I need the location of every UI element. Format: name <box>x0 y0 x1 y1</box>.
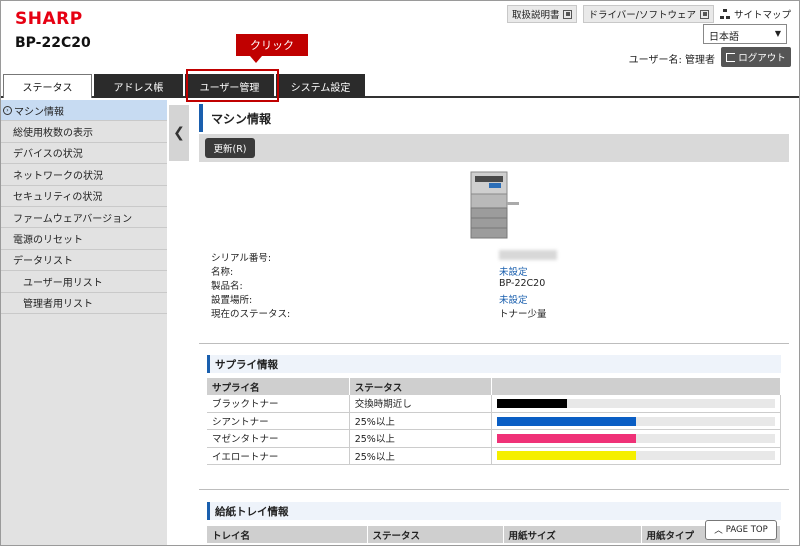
column-header: サプライ名 <box>207 378 350 395</box>
sitemap-link[interactable]: サイトマップ <box>719 7 791 21</box>
supply-level-cell <box>491 429 781 448</box>
sidebar: › マシン情報 総使用枚数の表示 デバイスの状況 ネットワークの状況 セキュリテ… <box>1 100 167 545</box>
supply-level-bar <box>497 416 775 426</box>
supply-level-bar <box>497 451 775 461</box>
chevron-up-icon: ︿ <box>714 526 723 536</box>
supply-level-bar <box>497 398 775 408</box>
current-status-value: トナー少量 <box>499 309 547 320</box>
supply-name: シアントナー <box>207 412 350 431</box>
divider <box>199 489 789 490</box>
table-row: マゼンタトナー 25%以上 <box>207 429 781 448</box>
tray-table: トレイ名 ステータス 用紙サイズ 用紙タイプ <box>207 526 781 543</box>
supply-status: 25%以上 <box>349 412 493 431</box>
model-name: BP-22C20 <box>15 35 91 51</box>
redacted-serial <box>499 250 557 260</box>
supply-status: 25%以上 <box>349 447 493 466</box>
current-status-label: 現在のステータス: <box>211 309 291 320</box>
top-links: 取扱説明書 ドライバー/ソフトウェア サイトマップ <box>506 5 791 23</box>
callout-highlight-box <box>186 69 279 102</box>
table-header-row: サプライ名 ステータス <box>207 378 781 395</box>
manual-link[interactable]: 取扱説明書 <box>506 5 578 23</box>
name-value-link[interactable]: 未設定 <box>499 264 528 278</box>
sidebar-item-user-list[interactable]: ユーザー用リスト <box>1 271 167 293</box>
sitemap-label: サイトマップ <box>733 10 791 21</box>
manual-link-label: 取扱説明書 <box>511 10 560 21</box>
logout-icon <box>726 52 736 62</box>
supply-status: 交換時期近し <box>349 395 493 413</box>
serial-label: シリアル番号: <box>211 253 272 264</box>
supply-level-fill <box>497 433 636 443</box>
table-header-row: トレイ名 ステータス 用紙サイズ 用紙タイプ <box>207 526 781 543</box>
sharp-logo: SHARP <box>15 9 83 29</box>
sidebar-item-admin-list[interactable]: 管理者用リスト <box>1 293 167 314</box>
table-row: シアントナー 25%以上 <box>207 412 781 431</box>
sidebar-item-power-reset[interactable]: 電源のリセット <box>1 228 167 250</box>
sidebar-item-label: マシン情報 <box>14 106 64 118</box>
product-label: 製品名: <box>211 281 243 292</box>
external-link-icon <box>699 9 709 19</box>
driver-link-label: ドライバー/ソフトウェア <box>588 10 696 21</box>
product-value: BP-22C20 <box>499 278 546 289</box>
supply-section-title: サプライ情報 <box>207 355 781 373</box>
language-value: 日本語 <box>709 32 739 43</box>
table-row: ブラックトナー 交換時期近し <box>207 395 781 413</box>
divider <box>199 343 789 344</box>
external-link-icon <box>563 9 573 19</box>
browser-frame: SHARP BP-22C20 取扱説明書 ドライバー/ソフトウェア サイトマップ… <box>0 0 800 546</box>
tab-system-settings[interactable]: システム設定 <box>276 74 365 98</box>
language-select[interactable]: 日本語 ▼ <box>703 24 787 44</box>
tab-address-book[interactable]: アドレス帳 <box>94 74 183 98</box>
column-header: トレイ名 <box>207 526 368 543</box>
supply-name: マゼンタトナー <box>207 429 350 448</box>
chevron-down-icon: ▼ <box>774 29 781 38</box>
main-content: マシン情報 更新(R) シリアル番号: 名称: 未設定 製品名: BP-22C2… <box>199 100 789 545</box>
chevron-right-icon: › <box>3 105 12 115</box>
supply-level-cell <box>491 447 781 466</box>
sidebar-item-firmware-version[interactable]: ファームウェアバージョン <box>1 207 167 229</box>
location-value-link[interactable]: 未設定 <box>499 292 528 306</box>
sidebar-item-usage-count[interactable]: 総使用枚数の表示 <box>1 121 167 143</box>
column-header: ステータス <box>349 378 493 395</box>
tab-status[interactable]: ステータス <box>3 74 92 98</box>
main-tabs: ステータス アドレス帳 ユーザー管理 システム設定 <box>1 74 799 98</box>
page-title: マシン情報 <box>199 104 789 132</box>
column-header <box>491 378 781 395</box>
refresh-button[interactable]: 更新(R) <box>205 138 255 158</box>
table-row: イエロートナー 25%以上 <box>207 447 781 466</box>
location-label: 設置場所: <box>211 295 253 306</box>
column-header: 用紙サイズ <box>503 526 642 543</box>
sitemap-icon <box>719 8 731 20</box>
printer-image <box>470 171 519 239</box>
supply-level-bar <box>497 433 775 443</box>
toolbar: 更新(R) <box>199 134 789 162</box>
supply-level-cell <box>491 412 781 431</box>
sidebar-item-network-status[interactable]: ネットワークの状況 <box>1 164 167 186</box>
sidebar-item-machine-info[interactable]: › マシン情報 <box>1 100 167 122</box>
column-header: ステータス <box>367 526 504 543</box>
supply-name: ブラックトナー <box>207 395 350 413</box>
supply-table-body: ブラックトナー 交換時期近し シアントナー 25%以上 マゼンタトナー 25%以上 イエロー… <box>207 395 781 466</box>
logout-label: ログアウト <box>738 53 786 64</box>
sidebar-item-security-status[interactable]: セキュリティの状況 <box>1 186 167 207</box>
collapse-sidebar-button[interactable]: ❮ <box>169 105 189 161</box>
supply-status: 25%以上 <box>349 429 493 448</box>
sidebar-item-device-status[interactable]: デバイスの状況 <box>1 143 167 165</box>
click-callout: クリック <box>236 34 308 63</box>
driver-link[interactable]: ドライバー/ソフトウェア <box>583 5 714 23</box>
sidebar-item-data-list[interactable]: データリスト <box>1 250 167 272</box>
tray-section-title: 給紙トレイ情報 <box>207 502 781 520</box>
page-top-label: PAGE TOP <box>725 525 768 535</box>
supply-table: サプライ名 ステータス ブラックトナー 交換時期近し シアントナー 25%以上 マゼンタ… <box>207 378 781 466</box>
logout-button[interactable]: ログアウト <box>721 47 791 67</box>
chevron-left-icon: ❮ <box>173 125 185 141</box>
supply-level-fill <box>497 416 636 426</box>
supply-level-fill <box>497 398 567 408</box>
name-label: 名称: <box>211 267 234 278</box>
supply-level-cell <box>491 395 781 413</box>
user-name: ユーザー名: 管理者 <box>628 55 715 66</box>
supply-name: イエロートナー <box>207 447 350 466</box>
page-top-button[interactable]: ︿ PAGE TOP <box>705 520 777 540</box>
supply-level-fill <box>497 451 636 461</box>
serial-value <box>499 250 557 263</box>
